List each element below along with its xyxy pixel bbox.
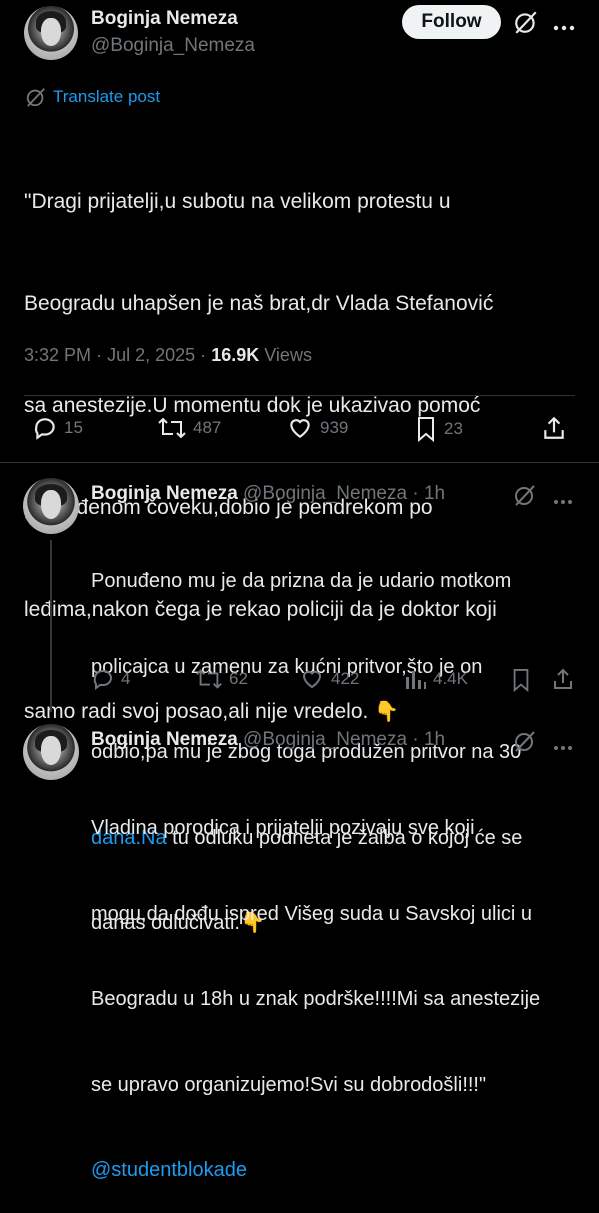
share-icon (544, 416, 564, 439)
reply-header: Boginja Nemeza @Boginja_Nemeza · 1h (91, 483, 445, 505)
like-button[interactable]: 939 (286, 415, 348, 441)
more-options-icon[interactable] (553, 492, 573, 510)
meta-separator: · (96, 345, 103, 365)
bookmark-count: 23 (444, 419, 463, 438)
repost-button[interactable]: 62 (195, 667, 248, 691)
author-avatar[interactable] (24, 6, 78, 60)
author-name[interactable]: Boginja Nemeza (91, 8, 238, 30)
repost-count: 487 (193, 418, 222, 437)
reply-time[interactable]: 1h (424, 483, 445, 504)
bookmark-icon (513, 669, 529, 693)
heart-icon (302, 670, 322, 689)
reply-avatar[interactable] (23, 724, 79, 780)
post-text-line: "Dragi prijatelji,u subotu na velikom pr… (24, 190, 451, 213)
reply-text-line: mogu,da dođu ispred Višeg suda u Savskoj… (91, 902, 533, 925)
reply-header: Boginja Nemeza @Boginja_Nemeza · 1h (91, 729, 445, 751)
views-count[interactable]: 16.9K (211, 345, 259, 365)
share-icon (554, 668, 572, 689)
reply-text-line: se upravo organizujemo!Svi su dobrodošli… (91, 1073, 487, 1096)
reply-text: Vladina porodica i prijatelji pozivaju s… (91, 757, 591, 1213)
reply-author-handle[interactable]: @Boginja_Nemeza (243, 729, 407, 750)
views-label: Views (264, 345, 312, 365)
post-time[interactable]: 3:32 PM (24, 345, 91, 365)
reply-icon (93, 670, 112, 690)
more-options-icon[interactable] (553, 18, 575, 36)
reply-button[interactable]: 4 (91, 667, 130, 691)
meta-separator: · (412, 729, 419, 750)
reply-count: 4 (121, 669, 131, 688)
grok-icon[interactable] (513, 483, 537, 512)
grok-icon[interactable] (513, 729, 537, 758)
reply-button[interactable]: 15 (32, 415, 83, 441)
translate-post-link[interactable]: Translate post (53, 87, 160, 107)
views-chart-icon (406, 671, 426, 689)
reply-text-line: Beogradu u 18h u znak podrške!!!!Mi sa a… (91, 988, 541, 1010)
follow-button[interactable]: Follow (402, 5, 501, 39)
repost-icon (196, 669, 222, 689)
post-date[interactable]: Jul 2, 2025 (107, 345, 195, 365)
share-button[interactable] (541, 415, 567, 441)
views-count: 4.4K (433, 669, 468, 688)
bookmark-button[interactable]: 23 (414, 415, 463, 443)
like-button[interactable]: 422 (299, 667, 359, 691)
reply-text-line: Ponuđeno mu je da prizna da je udario mo… (91, 570, 512, 592)
author-handle[interactable]: @Boginja_Nemeza (91, 35, 255, 57)
reply-author-name[interactable]: Boginja Nemeza (91, 483, 238, 504)
reply-avatar[interactable] (23, 478, 79, 534)
grok-icon[interactable] (513, 9, 539, 40)
reply-text-line: Vladina porodica i prijatelji pozivaju s… (91, 817, 475, 839)
reply-icon (34, 418, 55, 440)
meta-separator: · (412, 483, 419, 504)
reply-author-handle[interactable]: @Boginja_Nemeza (243, 483, 407, 504)
repost-icon (158, 417, 186, 439)
post-text-line: Beogradu uhapšen je naš brat,dr Vlada St… (24, 292, 494, 315)
views-button[interactable]: 4.4K (405, 667, 468, 691)
mention-link[interactable]: @studentblokade (91, 1156, 591, 1185)
reply-time[interactable]: 1h (424, 729, 445, 750)
divider (24, 395, 575, 396)
thread-line (50, 540, 52, 712)
repost-button[interactable]: 487 (157, 415, 221, 441)
post-meta: 3:32 PM · Jul 2, 2025 · 16.9K Views (24, 345, 312, 366)
divider (0, 462, 599, 463)
repost-count: 62 (229, 669, 248, 688)
more-options-icon[interactable] (553, 738, 573, 756)
reply-author-name[interactable]: Boginja Nemeza (91, 729, 238, 750)
like-count: 939 (320, 418, 349, 437)
like-count: 422 (331, 669, 360, 688)
translate-icon[interactable] (25, 86, 47, 113)
reply-count: 15 (64, 418, 83, 437)
bookmark-button[interactable] (510, 667, 532, 693)
bookmark-icon (418, 417, 434, 443)
share-button[interactable] (551, 667, 575, 691)
meta-separator: · (200, 345, 207, 365)
heart-icon (290, 419, 310, 438)
